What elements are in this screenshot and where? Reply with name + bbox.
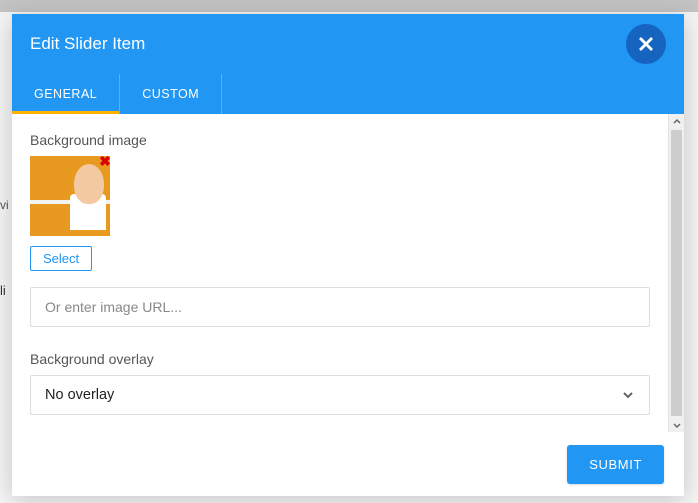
submit-button[interactable]: SUBMIT [567,445,664,484]
tab-custom[interactable]: CUSTOM [120,74,222,114]
tab-label: CUSTOM [142,87,199,101]
bg-overlay-label: Background overlay [30,351,650,367]
bg-image-thumbnail-wrap: ✖ [30,156,110,236]
submit-label: SUBMIT [589,457,642,472]
modal-body-wrap: Background image ✖ Select Background ove… [12,114,684,432]
tab-bar: GENERAL CUSTOM [12,74,684,114]
backdrop-fragment-2: li [0,283,6,298]
modal-content: Background image ✖ Select Background ove… [12,114,668,432]
remove-icon: ✖ [99,153,111,169]
remove-image-button[interactable]: ✖ [98,154,112,168]
select-image-button[interactable]: Select [30,246,92,271]
chevron-down-icon [672,420,682,430]
bg-overlay-select-wrap: No overlay [30,375,650,415]
modal-header: Edit Slider Item [12,14,684,74]
chevron-up-icon [672,117,682,127]
bg-image-label: Background image [30,132,650,148]
vertical-scrollbar[interactable] [668,114,684,432]
close-button[interactable] [626,24,666,64]
scroll-thumb[interactable] [671,130,682,416]
scroll-up-button[interactable] [669,114,684,129]
scroll-down-button[interactable] [669,417,684,432]
bg-image-thumbnail[interactable] [30,156,110,236]
tab-label: GENERAL [34,87,97,101]
tab-general[interactable]: GENERAL [12,74,120,114]
chevron-down-icon [621,388,635,402]
bg-overlay-selected: No overlay [45,387,114,403]
edit-slider-modal: Edit Slider Item GENERAL CUSTOM Backgrou… [12,14,684,496]
modal-title: Edit Slider Item [30,34,145,54]
modal-footer: SUBMIT [12,432,684,496]
close-icon [637,35,655,53]
backdrop-fragment-1: vi [0,198,9,212]
image-url-input[interactable] [30,287,650,327]
backdrop-top-edge [0,0,698,12]
bg-overlay-select[interactable]: No overlay [30,375,650,415]
select-button-label: Select [43,251,79,266]
